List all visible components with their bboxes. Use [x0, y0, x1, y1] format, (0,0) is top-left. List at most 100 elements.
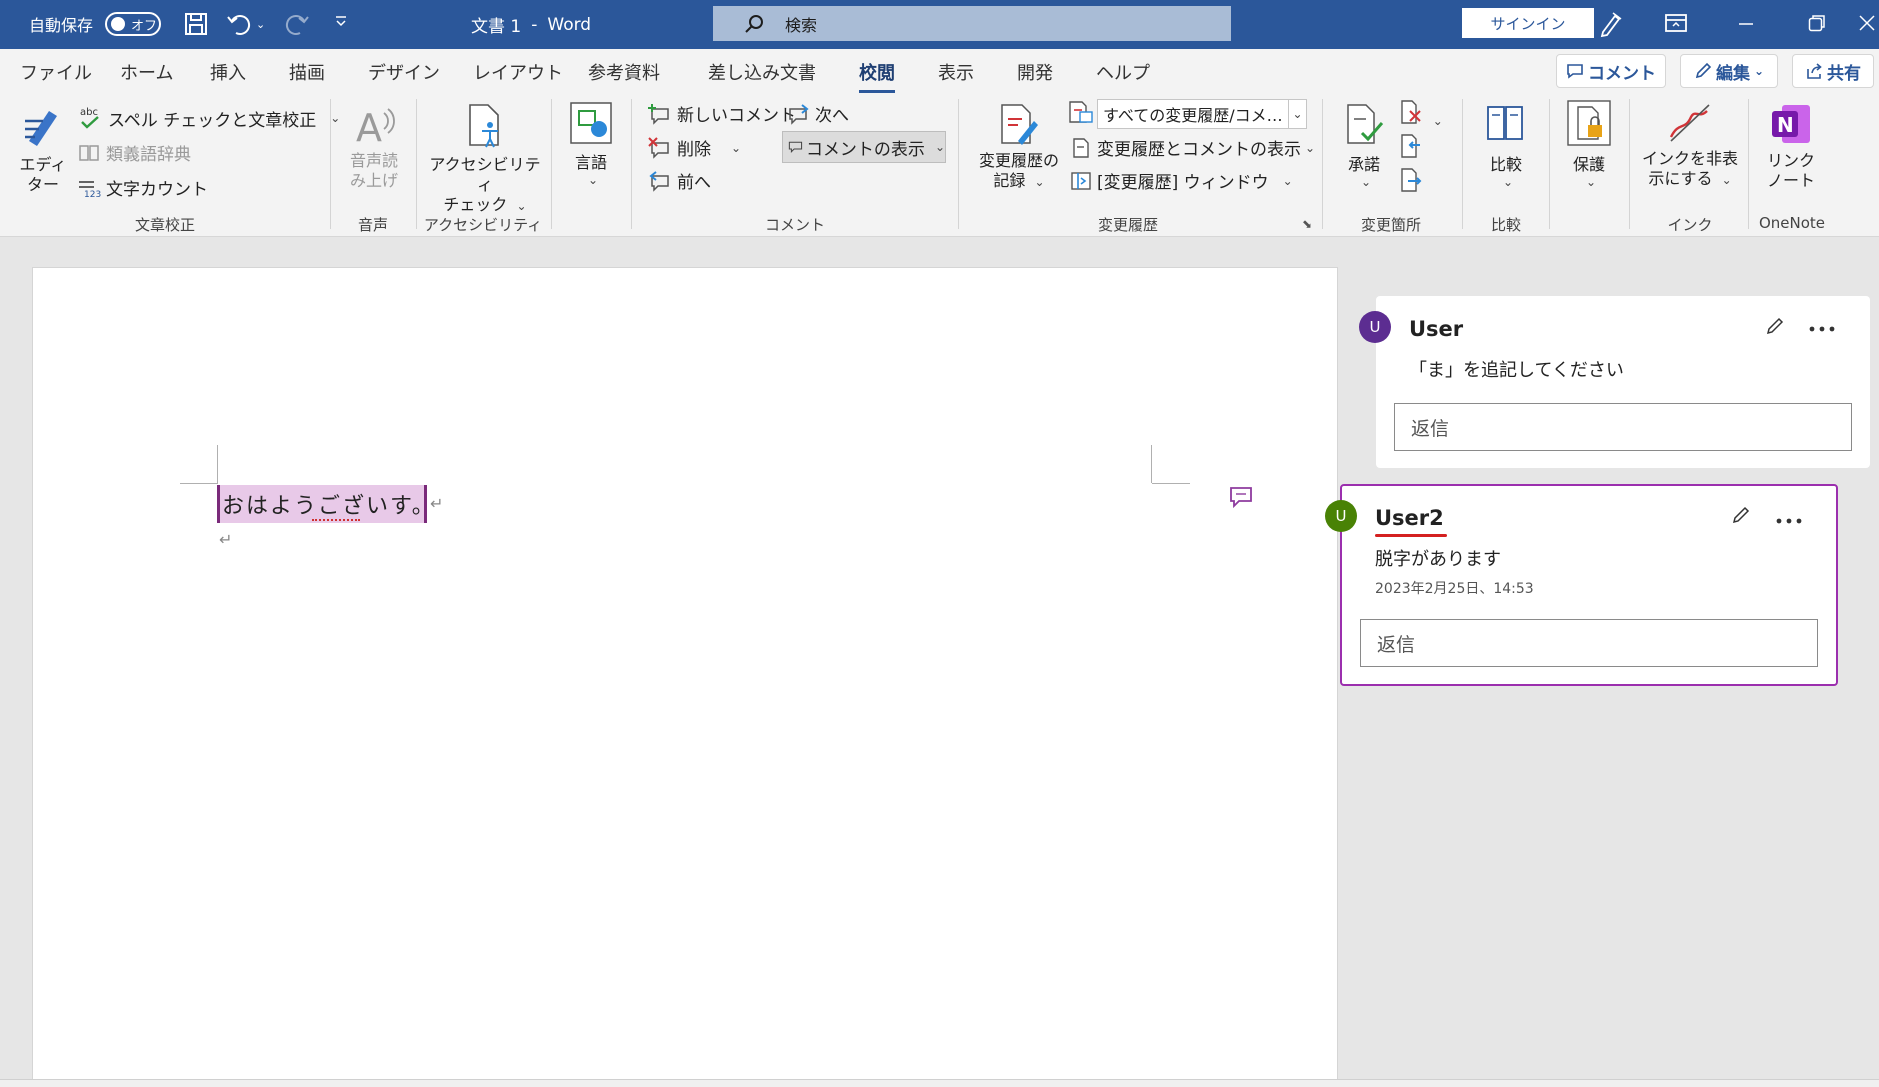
comment-more-button[interactable]: [1809, 318, 1835, 339]
comment-more-button[interactable]: [1776, 510, 1802, 531]
hide-ink-button[interactable]: インクを非表 示にする ⌄: [1637, 101, 1743, 189]
share-icon: [1807, 63, 1822, 79]
accept-icon: [1347, 104, 1384, 144]
horizontal-scrollbar[interactable]: [0, 1079, 1879, 1087]
reply-input[interactable]: 返信: [1360, 619, 1818, 667]
previous-comment-icon: [649, 170, 669, 192]
tab-home[interactable]: ホーム: [120, 59, 173, 85]
show-markup-button[interactable]: 変更履歴とコメントの表示 ⌄: [1070, 135, 1315, 160]
minimize-button[interactable]: [1738, 22, 1754, 26]
compare-icon: [1487, 106, 1523, 140]
tab-design[interactable]: デザイン: [368, 59, 440, 85]
word-count-button[interactable]: 123 文字カウント: [78, 175, 208, 200]
show-comments-button[interactable]: コメントの表示 ⌄: [782, 131, 946, 163]
author-underline: [1375, 534, 1447, 537]
signin-button[interactable]: サインイン: [1462, 8, 1594, 38]
comment-author: User: [1409, 317, 1464, 341]
linked-notes-button[interactable]: N リンク ノート: [1760, 101, 1822, 191]
language-button[interactable]: 言語 ⌄: [563, 101, 619, 187]
tab-review[interactable]: 校閲: [859, 59, 895, 93]
undo-dropdown-icon[interactable]: ⌄: [256, 19, 265, 30]
document-page[interactable]: [32, 267, 1338, 1087]
accept-label: 承諾: [1347, 155, 1380, 174]
dropdown-arrow[interactable]: ⌄: [1288, 100, 1306, 128]
redo-icon: [285, 14, 309, 35]
comment-author: User2: [1375, 506, 1444, 530]
read-aloud-button[interactable]: A 音声読 み上げ: [342, 103, 406, 191]
hide-ink-icon: [1669, 104, 1710, 142]
thesaurus-button[interactable]: 類義語辞典: [78, 140, 191, 165]
customize-qat-button[interactable]: [334, 14, 348, 28]
tab-view[interactable]: 表示: [938, 59, 974, 85]
comment-icon: [1567, 64, 1583, 79]
group-label-ink: インク: [1667, 216, 1713, 234]
editor-button[interactable]: エディ ター: [14, 101, 72, 195]
tracking-dialog-launcher-icon[interactable]: ⬊: [1302, 217, 1312, 231]
edit-comment-button[interactable]: [1765, 316, 1785, 341]
tab-help[interactable]: ヘルプ: [1096, 59, 1150, 85]
chevron-down-icon: ⌄: [1432, 114, 1443, 128]
protect-button[interactable]: 保護 ⌄: [1561, 99, 1617, 189]
edit-comment-button[interactable]: [1731, 505, 1751, 530]
spelling-squiggle: [312, 518, 360, 521]
chevron-down-icon: ⌄: [1292, 107, 1303, 121]
autosave-toggle[interactable]: オフ: [105, 12, 162, 36]
tab-draw[interactable]: 描画: [289, 59, 325, 85]
spell-check-button[interactable]: abc スペル チェックと文章校正 ⌄: [78, 105, 340, 131]
accessibility-check-button[interactable]: アクセシビリティ チェック ⌄: [424, 101, 546, 215]
reject-icon: [1401, 100, 1421, 124]
group-label-onenote: OneNote: [1758, 214, 1826, 232]
autosave[interactable]: 自動保存 オフ: [29, 12, 162, 36]
comment-button[interactable]: コメント: [1556, 54, 1666, 88]
close-button[interactable]: [1858, 14, 1876, 32]
reviewing-pane-icon: [1071, 171, 1091, 190]
autosave-state: オフ: [131, 19, 158, 34]
edit-mode-button[interactable]: 編集 ⌄: [1680, 54, 1778, 88]
delete-comment-button[interactable]: 削除 ⌄: [648, 135, 741, 160]
comment-marker-button[interactable]: [1228, 484, 1254, 514]
markup-display-dropdown[interactable]: すべての変更履歴/コメ… ⌄: [1097, 99, 1307, 129]
group-separator: [631, 99, 632, 229]
ribbon-display-button[interactable]: [1664, 13, 1688, 33]
customize-qat-icon: [336, 16, 346, 27]
tab-developer[interactable]: 開発: [1017, 59, 1053, 85]
previous-change-button[interactable]: [1400, 133, 1424, 163]
reply-placeholder: 返信: [1377, 633, 1416, 656]
doc-title: 文書 1: [471, 17, 522, 37]
reviewing-pane-button[interactable]: [変更履歴] ウィンドウ ⌄: [1070, 168, 1293, 193]
new-comment-button[interactable]: 新しいコメント: [648, 101, 796, 126]
chevron-down-icon: ⌄: [516, 199, 527, 213]
tab-layout[interactable]: レイアウト: [473, 59, 563, 85]
next-change-button[interactable]: [1400, 167, 1424, 197]
compare-button[interactable]: 比較 ⌄: [1478, 101, 1534, 189]
pen-button[interactable]: [1597, 10, 1625, 38]
tab-references[interactable]: 参考資料: [588, 59, 660, 85]
previous-comment-button[interactable]: 前へ: [648, 168, 711, 193]
redo-button[interactable]: [284, 11, 310, 37]
paragraph-mark: ↵: [219, 530, 233, 549]
search-box[interactable]: 検索: [713, 6, 1231, 41]
more-icon: [1776, 518, 1802, 524]
group-separator: [1322, 99, 1323, 229]
track-changes-button[interactable]: 変更履歴の 記録 ⌄: [972, 101, 1066, 191]
thesaurus-label: 類義語辞典: [106, 145, 191, 165]
tab-file[interactable]: ファイル: [20, 59, 92, 85]
tab-insert[interactable]: 挿入: [210, 59, 246, 85]
markup-display-value: すべての変更履歴/コメ…: [1103, 106, 1283, 125]
title-bar: 自動保存 オフ ⌄ 文書 1 - Word 検索 サインイン: [0, 0, 1879, 49]
next-comment-button[interactable]: 次へ: [786, 101, 849, 126]
share-button[interactable]: 共有: [1792, 54, 1874, 88]
document-text[interactable]: おはようございす。: [222, 488, 436, 520]
undo-button[interactable]: ⌄: [226, 11, 265, 37]
group-separator: [416, 99, 417, 229]
reject-button[interactable]: ⌄: [1400, 99, 1443, 129]
svg-text:A: A: [356, 106, 382, 147]
save-button[interactable]: [183, 11, 209, 37]
tab-mailings[interactable]: 差し込み文書: [708, 59, 816, 85]
accept-button[interactable]: 承諾 ⌄: [1336, 101, 1392, 189]
restore-button[interactable]: [1808, 14, 1826, 32]
avatar-initial: U: [1335, 507, 1347, 525]
reply-input[interactable]: 返信: [1394, 403, 1852, 451]
group-label-changes: 変更箇所: [1360, 216, 1422, 234]
svg-text:123: 123: [84, 190, 101, 198]
